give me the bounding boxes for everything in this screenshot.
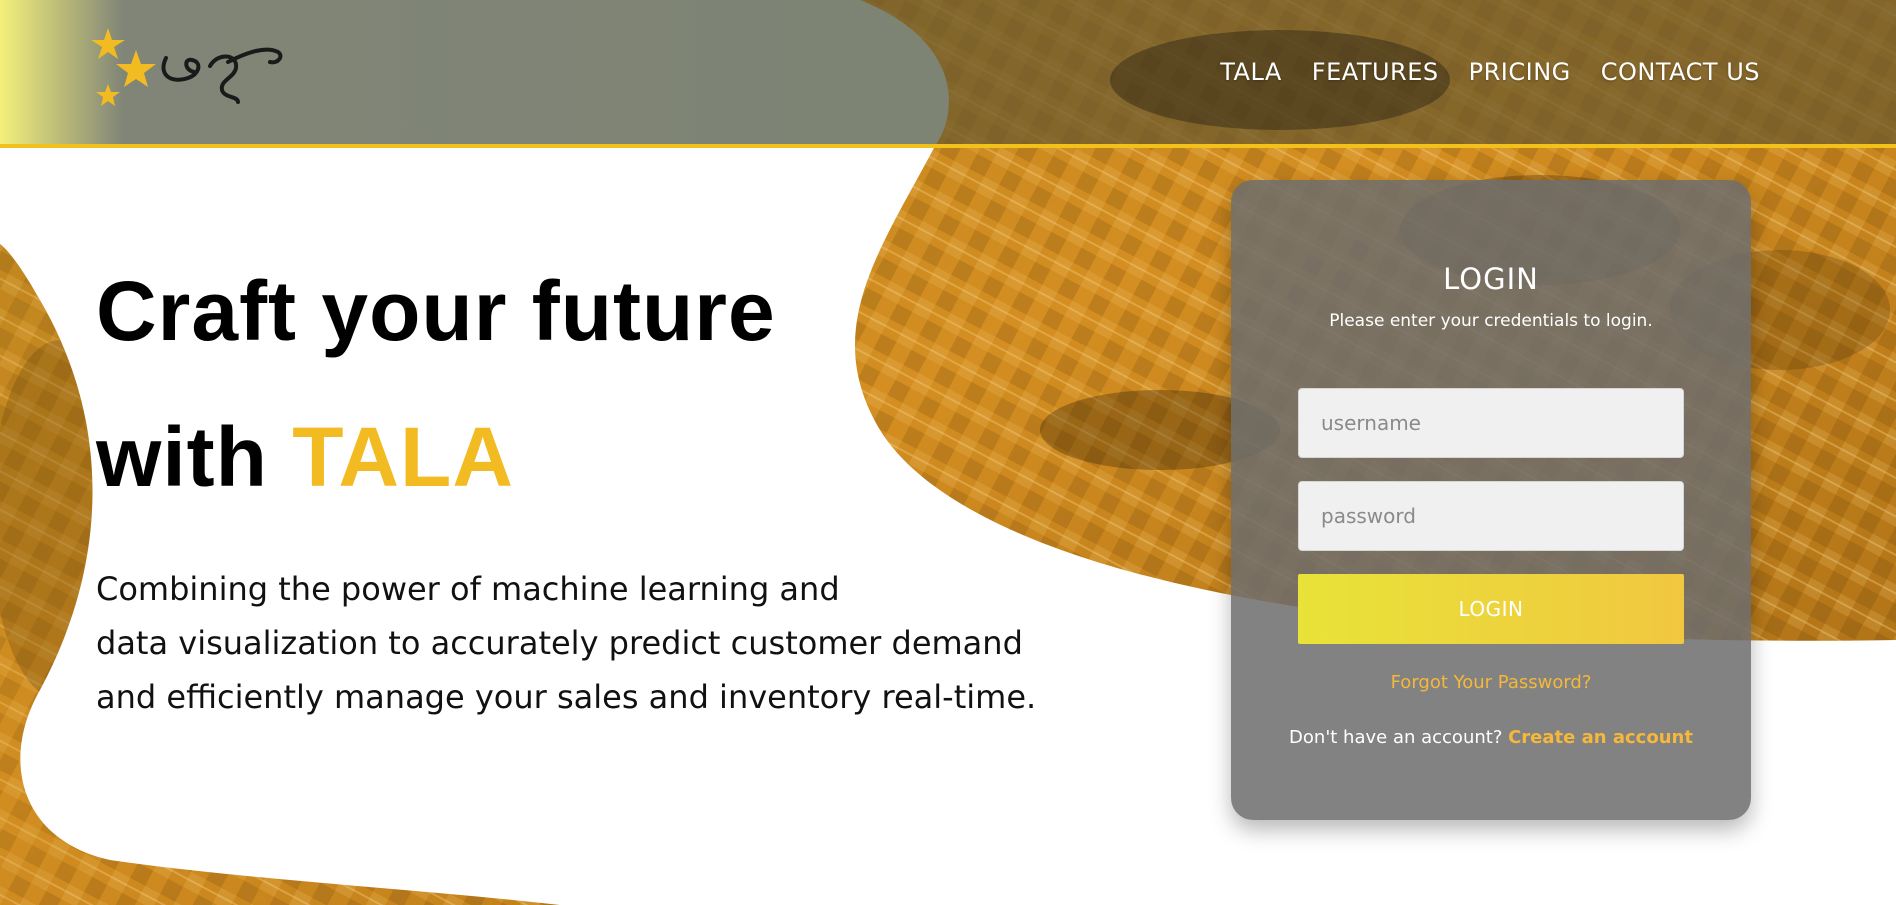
signup-prompt: Don't have an account? bbox=[1289, 727, 1509, 748]
nav-link-tala[interactable]: TALA bbox=[1220, 58, 1282, 86]
hero-title-line-1: Craft your future bbox=[96, 264, 776, 358]
nav-link-features[interactable]: FEATURES bbox=[1312, 58, 1439, 86]
hero-title-prefix: with bbox=[96, 410, 293, 504]
signup-row: Don't have an account? Create an account bbox=[1231, 727, 1751, 748]
star-icon bbox=[116, 50, 156, 87]
landing-page: TALA FEATURES PRICING CONTACT US Craft y… bbox=[0, 0, 1896, 905]
login-button[interactable]: LOGIN bbox=[1298, 574, 1684, 644]
login-subtitle: Please enter your credentials to login. bbox=[1329, 311, 1653, 331]
hero-title-line-2: with TALA bbox=[96, 384, 776, 530]
forgot-password-link[interactable]: Forgot Your Password? bbox=[1231, 672, 1751, 693]
nav-link-pricing[interactable]: PRICING bbox=[1469, 58, 1571, 86]
header-divider bbox=[0, 144, 1896, 148]
hero-description-line: Combining the power of machine learning … bbox=[96, 570, 840, 608]
username-input[interactable] bbox=[1298, 388, 1684, 458]
hero-description: Combining the power of machine learning … bbox=[96, 562, 1146, 724]
password-input[interactable] bbox=[1298, 481, 1684, 551]
star-icon bbox=[96, 84, 120, 106]
hero-title-brand: TALA bbox=[292, 410, 515, 504]
hero-title: Craft your future with TALA bbox=[96, 238, 776, 530]
hero-description-line: data visualization to accurately predict… bbox=[96, 624, 1023, 662]
nav-link-contact-us[interactable]: CONTACT US bbox=[1601, 58, 1760, 86]
main-nav: TALA FEATURES PRICING CONTACT US bbox=[1220, 58, 1760, 86]
hero-description-line: and efficiently manage your sales and in… bbox=[96, 678, 1037, 716]
star-icon bbox=[91, 28, 125, 59]
site-header: TALA FEATURES PRICING CONTACT US bbox=[0, 0, 1896, 146]
tala-stars-logo[interactable] bbox=[88, 22, 288, 114]
login-title: LOGIN bbox=[1443, 262, 1539, 296]
create-account-link[interactable]: Create an account bbox=[1508, 727, 1693, 748]
login-card: LOGIN Please enter your credentials to l… bbox=[1231, 180, 1751, 820]
